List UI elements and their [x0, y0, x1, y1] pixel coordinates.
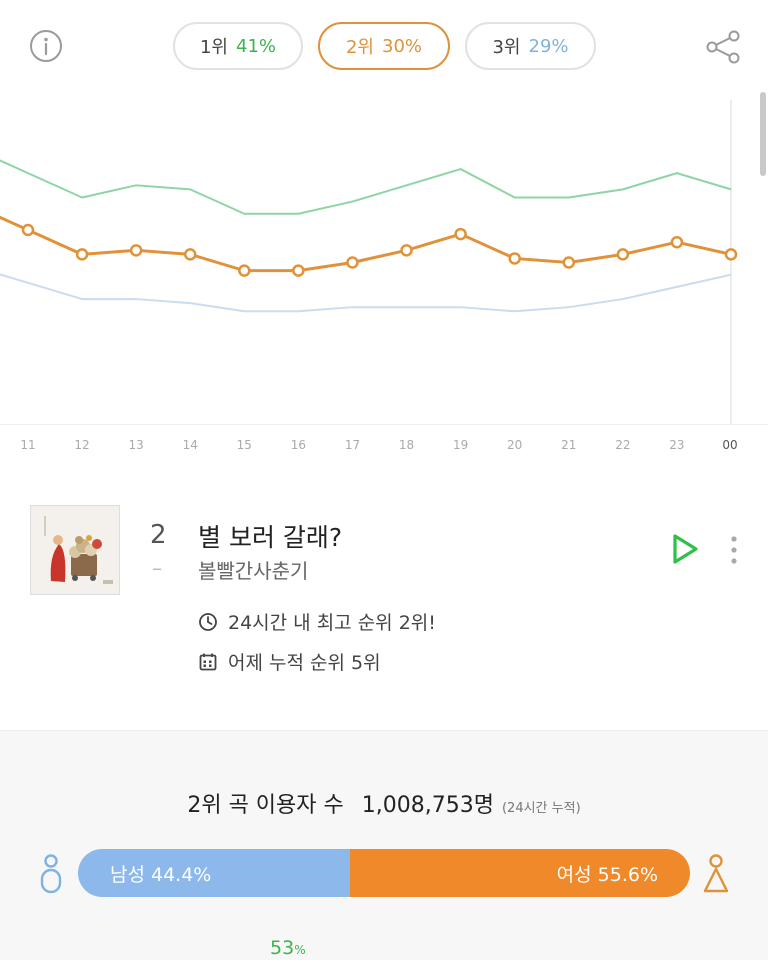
best-rank-text: 24시간 내 최고 순위 2위!: [228, 612, 436, 634]
song-title[interactable]: 별 보러 갈래?: [198, 518, 342, 554]
x-tick-label: 18: [399, 438, 414, 452]
female-ratio-segment: 여성 55.6%: [349, 849, 690, 897]
x-tick-label: 19: [453, 438, 468, 452]
x-tick-label: 15: [237, 438, 252, 452]
share-icon[interactable]: [704, 28, 742, 66]
age-percent: 53%: [270, 937, 306, 959]
x-tick-label: 12: [74, 438, 89, 452]
series-line-rank-2: [0, 215, 732, 273]
male-ratio-label: 남성 44.4%: [110, 863, 212, 886]
calendar-icon: [199, 653, 217, 670]
hourly-usage-line-chart: 11 12 13 14 15 16 17 18 19 20 21 22 23 00: [0, 100, 738, 452]
x-tick-label: 11: [20, 438, 35, 452]
tab-rank-2[interactable]: 2위 30%: [318, 22, 450, 70]
play-icon[interactable]: [670, 532, 700, 566]
album-art[interactable]: [30, 505, 120, 595]
tab-rank-percent: 41%: [236, 35, 277, 57]
listener-count-label: 2위 곡 이용자 수: [187, 793, 344, 818]
album-art-image: [31, 506, 119, 594]
tab-rank-label: 2위: [345, 37, 374, 58]
male-icon: [40, 854, 62, 894]
data-point[interactable]: [21, 223, 35, 237]
x-tick-label: 00: [722, 438, 737, 452]
data-point[interactable]: [616, 248, 630, 261]
data-point[interactable]: [238, 264, 251, 277]
data-point[interactable]: [75, 248, 89, 261]
x-tick-label: 17: [345, 438, 360, 452]
song-rank: 2: [150, 520, 167, 550]
data-point[interactable]: [346, 256, 359, 269]
best-rank-info: 24시간 내 최고 순위 2위!: [198, 608, 436, 635]
tab-rank-1[interactable]: 1위 41%: [173, 22, 303, 70]
tab-rank-label: 1위: [199, 37, 228, 58]
listener-count-note: (24시간 누적): [501, 801, 581, 816]
x-tick-label: 20: [507, 438, 522, 452]
song-row[interactable]: 2 – 별 보러 갈래? 볼빨간사춘기 24시간 내 최고 순위 2위! 어제 …: [0, 490, 768, 690]
female-ratio-label: 여성 55.6%: [556, 863, 658, 886]
more-vertical-icon[interactable]: [724, 535, 744, 567]
x-tick-label: 16: [291, 438, 306, 452]
data-point[interactable]: [129, 244, 143, 257]
rank-header: 1위 41% 2위 30% 3위 29%: [0, 0, 768, 92]
data-point[interactable]: [670, 235, 684, 249]
data-point[interactable]: [562, 256, 576, 269]
data-point[interactable]: [400, 244, 413, 257]
song-artist[interactable]: 볼빨간사춘기: [198, 555, 308, 584]
x-tick-label: 22: [615, 438, 630, 452]
data-point[interactable]: [183, 248, 197, 261]
data-point[interactable]: [724, 248, 738, 261]
series-line-rank-3: [0, 273, 732, 313]
age-percent-unit: %: [294, 943, 306, 957]
listener-count-heading: 2위 곡 이용자 수 1,008,753명 (24시간 누적): [0, 787, 768, 819]
x-tick-label: 23: [669, 438, 684, 452]
data-point[interactable]: [508, 252, 521, 265]
data-point[interactable]: [454, 227, 467, 241]
info-circle-icon[interactable]: [29, 29, 63, 63]
tab-rank-3[interactable]: 3위 29%: [465, 22, 596, 70]
male-ratio-segment: 남성 44.4%: [78, 849, 350, 897]
listener-count: 1,008,753명: [361, 793, 494, 818]
cumulative-rank-text: 어제 누적 순위 5위: [228, 652, 381, 674]
x-tick-label: 21: [561, 438, 576, 452]
rank-change: –: [152, 556, 162, 580]
cumulative-rank-info: 어제 누적 순위 5위: [198, 648, 381, 675]
data-point[interactable]: [292, 264, 305, 277]
x-tick-label: 13: [129, 438, 144, 452]
clock-icon: [199, 612, 217, 631]
divider: [0, 424, 768, 425]
female-icon: [703, 854, 729, 893]
age-percent-value: 53: [270, 937, 295, 959]
tab-rank-percent: 29%: [528, 35, 569, 57]
series-line-rank-1: [0, 159, 732, 215]
tab-rank-label: 3위: [492, 37, 521, 58]
x-tick-label: 14: [183, 438, 198, 452]
tab-rank-percent: 30%: [382, 35, 423, 57]
listener-stats: 2위 곡 이용자 수 1,008,753명 (24시간 누적) 남성 44.4% 여…: [0, 730, 768, 960]
gender-ratio-bar: 남성 44.4% 여성 55.6%: [78, 849, 690, 897]
